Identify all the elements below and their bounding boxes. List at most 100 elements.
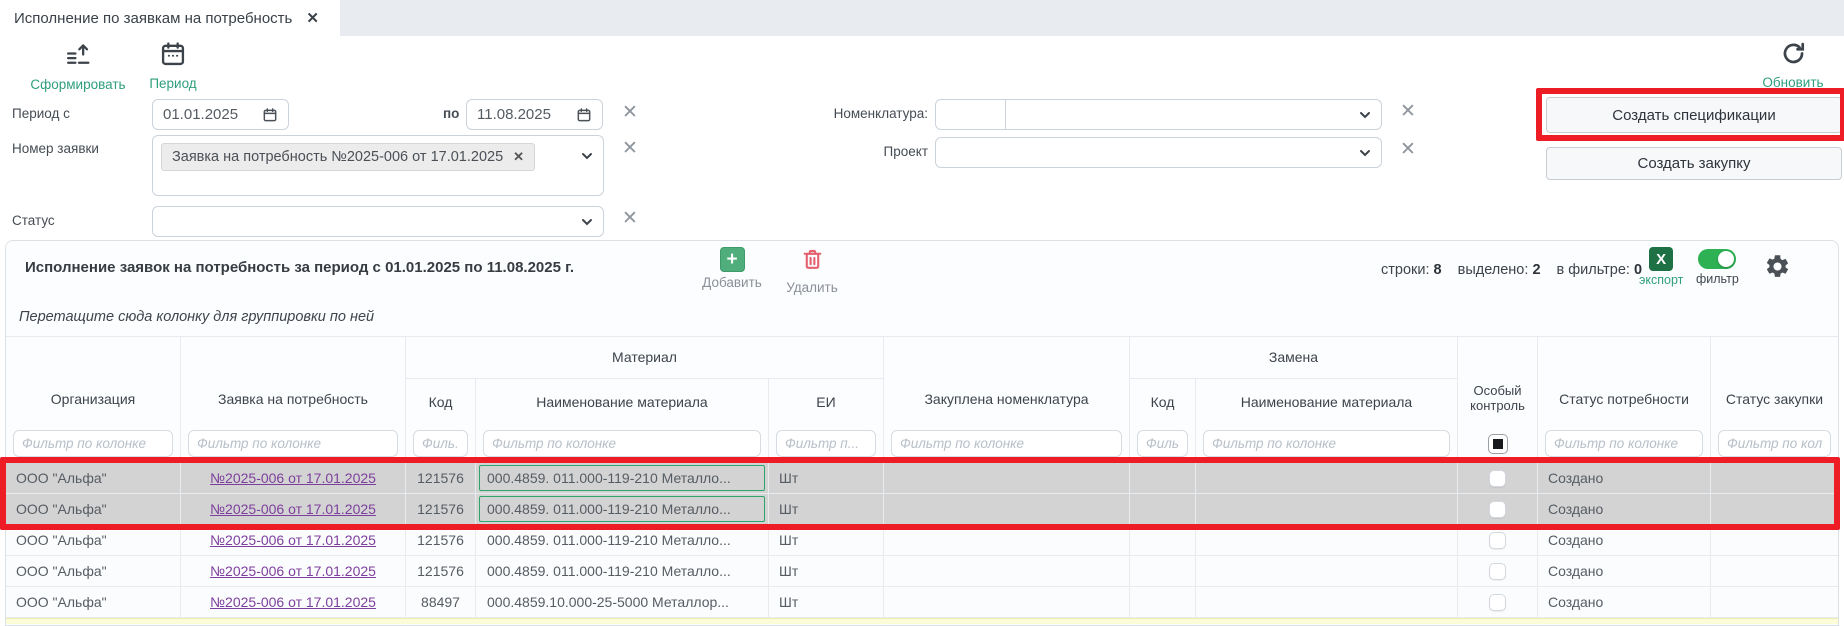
replacement-material-cell[interactable] <box>1196 587 1458 617</box>
status-need-cell[interactable]: Создано <box>1538 525 1711 555</box>
request-link[interactable]: №2025-006 от 17.01.2025 <box>210 594 376 610</box>
chevron-down-icon[interactable] <box>580 149 594 163</box>
column-filter-input[interactable] <box>1203 430 1450 457</box>
calendar-icon[interactable] <box>576 107 592 123</box>
col-header-status-purchase[interactable]: Статус закупки <box>1711 337 1838 425</box>
replacement-code-cell[interactable] <box>1130 463 1196 493</box>
request-link[interactable]: №2025-006 от 17.01.2025 <box>210 563 376 579</box>
material-name[interactable]: 000.4859. 011.000-119-210 Металло... <box>479 465 765 491</box>
settings-button[interactable] <box>1764 253 1791 280</box>
request-number-select[interactable]: Заявка на потребность №2025-006 от 17.01… <box>152 135 604 196</box>
clear-period-icon[interactable]: ✕ <box>622 103 638 122</box>
material-cell[interactable]: 000.4859. 011.000-119-210 Металло... <box>476 494 769 524</box>
organization-cell[interactable]: ООО "Альфа" <box>6 463 181 493</box>
col-header-replacement-code[interactable]: Код <box>1130 379 1196 425</box>
material-name[interactable]: 000.4859.10.000-25-5000 Металлор... <box>479 589 765 615</box>
column-filter-input[interactable] <box>891 430 1122 457</box>
tab-close-icon[interactable]: ✕ <box>306 9 319 27</box>
code-cell[interactable]: 121576 <box>406 494 476 524</box>
period-from-value[interactable] <box>163 106 262 123</box>
purchased-cell[interactable] <box>884 587 1130 617</box>
group-header-replacement[interactable]: Замена <box>1130 337 1458 379</box>
purchased-cell[interactable] <box>884 494 1130 524</box>
project-select[interactable] <box>935 137 1382 168</box>
period-button[interactable]: Период <box>135 40 211 91</box>
material-cell[interactable]: 000.4859. 011.000-119-210 Металло... <box>476 525 769 555</box>
nomenclature-code-input[interactable] <box>935 99 1006 130</box>
replacement-code-cell[interactable] <box>1130 556 1196 586</box>
replacement-material-cell[interactable] <box>1196 556 1458 586</box>
replacement-material-cell[interactable] <box>1196 494 1458 524</box>
material-name[interactable]: 000.4859. 011.000-119-210 Металло... <box>479 527 765 553</box>
chip-remove-icon[interactable]: ✕ <box>513 149 524 165</box>
column-filter-input[interactable] <box>1137 430 1188 457</box>
status-need-cell[interactable]: Создано <box>1538 587 1711 617</box>
nomenclature-code-value[interactable] <box>946 106 995 123</box>
unit-cell[interactable]: Шт <box>769 587 884 617</box>
col-header-request[interactable]: Заявка на потребность <box>181 337 406 425</box>
period-to-value[interactable] <box>477 106 576 123</box>
purchased-cell[interactable] <box>884 463 1130 493</box>
col-header-code[interactable]: Код <box>406 379 476 425</box>
add-row-button[interactable]: + Добавить <box>694 247 770 290</box>
status-purchase-cell[interactable] <box>1711 556 1838 586</box>
export-excel-button[interactable]: X экспорт <box>1639 247 1683 287</box>
column-filter-input[interactable] <box>1545 430 1703 457</box>
clear-request-icon[interactable]: ✕ <box>622 139 638 158</box>
row-checkbox[interactable] <box>1489 532 1506 549</box>
request-chip[interactable]: Заявка на потребность №2025-006 от 17.01… <box>161 143 535 171</box>
request-link[interactable]: №2025-006 от 17.01.2025 <box>210 470 376 486</box>
column-filter-input[interactable] <box>483 430 761 457</box>
replacement-material-cell[interactable] <box>1196 525 1458 555</box>
unit-cell[interactable]: Шт <box>769 525 884 555</box>
replacement-code-cell[interactable] <box>1130 587 1196 617</box>
status-select[interactable] <box>152 206 604 237</box>
special-control-filter-checkbox[interactable] <box>1488 434 1508 454</box>
col-header-unit[interactable]: ЕИ <box>769 379 884 425</box>
column-filter-input[interactable] <box>413 430 468 457</box>
generate-button[interactable]: Сформировать <box>28 40 128 92</box>
replacement-code-cell[interactable] <box>1130 494 1196 524</box>
code-cell[interactable]: 88497 <box>406 587 476 617</box>
status-need-cell[interactable]: Создано <box>1538 556 1711 586</box>
column-filter-input[interactable] <box>13 430 173 457</box>
row-checkbox[interactable] <box>1489 563 1506 580</box>
period-from-input[interactable] <box>152 99 289 130</box>
status-purchase-cell[interactable] <box>1711 587 1838 617</box>
material-name[interactable]: 000.4859. 011.000-119-210 Металло... <box>479 496 765 522</box>
unit-cell[interactable]: Шт <box>769 556 884 586</box>
request-link[interactable]: №2025-006 от 17.01.2025 <box>210 501 376 517</box>
col-header-material-name[interactable]: Наименование материала <box>476 379 769 425</box>
request-cell[interactable]: №2025-006 от 17.01.2025 <box>181 463 406 493</box>
request-cell[interactable]: №2025-006 от 17.01.2025 <box>181 494 406 524</box>
clear-status-icon[interactable]: ✕ <box>622 209 638 228</box>
status-need-cell[interactable]: Создано <box>1538 463 1711 493</box>
purchased-cell[interactable] <box>884 525 1130 555</box>
table-row[interactable]: ООО "Альфа" №2025-006 от 17.01.2025 1215… <box>6 494 1838 525</box>
purchased-cell[interactable] <box>884 556 1130 586</box>
col-header-purchased[interactable]: Закуплена номенклатура <box>884 337 1130 425</box>
table-row[interactable]: ООО "Альфа" №2025-006 от 17.01.2025 1215… <box>6 525 1838 556</box>
replacement-code-cell[interactable] <box>1130 525 1196 555</box>
chevron-down-icon[interactable] <box>1358 108 1372 122</box>
request-cell[interactable]: №2025-006 от 17.01.2025 <box>181 556 406 586</box>
col-header-replacement-material[interactable]: Наименование материала <box>1196 379 1458 425</box>
table-row[interactable]: ООО "Альфа" №2025-006 от 17.01.2025 1215… <box>6 556 1838 587</box>
material-name[interactable]: 000.4859. 011.000-119-210 Металло... <box>479 558 765 584</box>
unit-cell[interactable]: Шт <box>769 463 884 493</box>
col-header-status-need[interactable]: Статус потребности <box>1538 337 1711 425</box>
toggle-on-icon[interactable] <box>1698 249 1736 269</box>
row-checkbox[interactable] <box>1489 501 1506 518</box>
status-purchase-cell[interactable] <box>1711 494 1838 524</box>
period-to-input[interactable] <box>466 99 603 130</box>
organization-cell[interactable]: ООО "Альфа" <box>6 494 181 524</box>
organization-cell[interactable]: ООО "Альфа" <box>6 556 181 586</box>
chevron-down-icon[interactable] <box>580 215 594 229</box>
code-cell[interactable]: 121576 <box>406 525 476 555</box>
status-need-cell[interactable]: Создано <box>1538 494 1711 524</box>
filter-toggle[interactable]: фильтр <box>1696 249 1739 286</box>
replacement-material-cell[interactable] <box>1196 463 1458 493</box>
calendar-icon[interactable] <box>262 107 278 123</box>
code-cell[interactable]: 121576 <box>406 463 476 493</box>
nomenclature-select[interactable] <box>1005 99 1382 130</box>
